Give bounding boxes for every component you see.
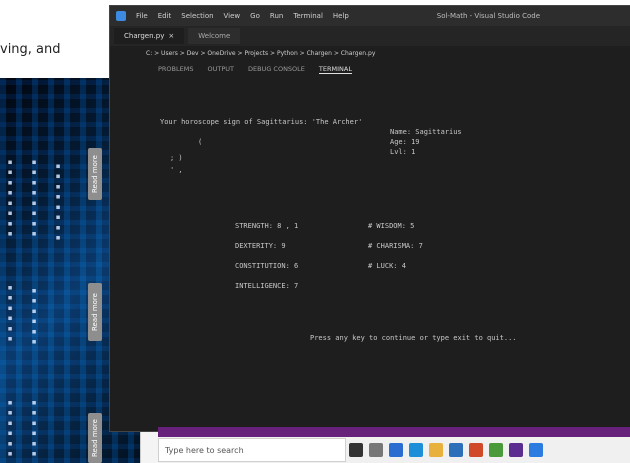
wallpaper-vertical-text: ▪ ▪ ▪ ▪ ▪ ▪	[6, 398, 14, 458]
menu-terminal[interactable]: Terminal	[293, 12, 323, 20]
wallpaper-vertical-text: ▪ ▪ ▪ ▪ ▪ ▪ ▪ ▪	[30, 158, 38, 238]
terminal-line: CONSTITUTION: 6	[235, 262, 299, 270]
read-more-tab[interactable]: Read more	[88, 413, 102, 463]
read-more-tab[interactable]: Read more	[88, 283, 102, 341]
editor-tabs: Chargen.py × Welcome	[110, 26, 630, 46]
menu-edit[interactable]: Edit	[158, 12, 172, 20]
tab-label: Welcome	[198, 32, 231, 40]
terminal-line: Lvl: 1	[390, 148, 416, 156]
folder-icon[interactable]	[429, 443, 443, 457]
terminal-line: # LUCK: 4	[368, 262, 406, 270]
read-more-tab[interactable]: Read more	[88, 148, 102, 200]
menu-file[interactable]: File	[136, 12, 148, 20]
terminal-line: INTELLIGENCE: 7	[235, 282, 299, 290]
terminal-line: ' ,	[170, 166, 183, 174]
terminal-line: (	[198, 138, 203, 146]
terminal-prompt: Press any key to continue or type exit t…	[310, 334, 517, 342]
app-icon[interactable]	[509, 443, 523, 457]
terminal-line: Age: 19	[390, 138, 420, 146]
menu-run[interactable]: Run	[270, 12, 283, 20]
search-placeholder: Type here to search	[165, 445, 244, 455]
terminal-line: ; )	[170, 154, 183, 162]
app-icon[interactable]	[469, 443, 483, 457]
menu-bar: File Edit Selection View Go Run Terminal…	[110, 6, 630, 26]
wallpaper-vertical-text: ▪ ▪ ▪ ▪ ▪ ▪ ▪ ▪	[6, 158, 14, 238]
task-view-icon[interactable]	[349, 443, 363, 457]
taskbar-search-input[interactable]: Type here to search	[158, 438, 346, 462]
close-icon[interactable]: ×	[168, 32, 174, 40]
vscode-window: File Edit Selection View Go Run Terminal…	[110, 6, 630, 431]
terminal-line: STRENGTH: 8 , 1	[235, 222, 299, 230]
tab-welcome[interactable]: Welcome	[188, 28, 241, 44]
wallpaper-vertical-text: ▪ ▪ ▪ ▪ ▪ ▪	[30, 398, 38, 458]
breadcrumb[interactable]: C: > Users > Dev > OneDrive > Projects >…	[110, 46, 630, 60]
terminal-line: Name: Sagittarius	[390, 128, 462, 136]
window-title: Sol-Math - Visual Studio Code	[436, 12, 540, 20]
tab-chargen[interactable]: Chargen.py ×	[114, 28, 185, 44]
status-bar	[158, 427, 630, 437]
terminal-line: DEXTERITY: 9	[235, 242, 286, 250]
wallpaper-vertical-text: ▪ ▪ ▪ ▪ ▪ ▪	[6, 283, 14, 343]
terminal-line: # WISDOM: 5	[368, 222, 415, 230]
vscode-taskbar-icon[interactable]	[529, 443, 543, 457]
terminal-line: Your horoscope sign of Sagittarius: 'The…	[160, 118, 363, 126]
vscode-logo-icon	[116, 11, 126, 21]
app-icon[interactable]	[369, 443, 383, 457]
background-document-text: ving, and	[0, 42, 61, 57]
menu-selection[interactable]: Selection	[181, 12, 213, 20]
tab-output[interactable]: OUTPUT	[207, 65, 234, 73]
menu-go[interactable]: Go	[250, 12, 260, 20]
tab-debug-console[interactable]: DEBUG CONSOLE	[248, 65, 305, 73]
app-icon[interactable]	[489, 443, 503, 457]
menu-view[interactable]: View	[224, 12, 241, 20]
taskbar: Type here to search	[158, 437, 630, 463]
menu-help[interactable]: Help	[333, 12, 349, 20]
wallpaper-vertical-text: ▪ ▪ ▪ ▪ ▪ ▪	[30, 286, 38, 346]
tab-terminal[interactable]: TERMINAL	[318, 65, 352, 74]
wallpaper-vertical-text: ▪ ▪ ▪ ▪ ▪ ▪ ▪ ▪	[54, 162, 62, 242]
app-icon[interactable]	[449, 443, 463, 457]
edge-icon[interactable]	[409, 443, 423, 457]
tab-label: Chargen.py	[124, 32, 165, 40]
terminal-line: # CHARISMA: 7	[368, 242, 423, 250]
tab-problems[interactable]: PROBLEMS	[158, 65, 193, 73]
panel-tabs: PROBLEMS OUTPUT DEBUG CONSOLE TERMINAL	[110, 60, 630, 78]
app-icon[interactable]	[389, 443, 403, 457]
